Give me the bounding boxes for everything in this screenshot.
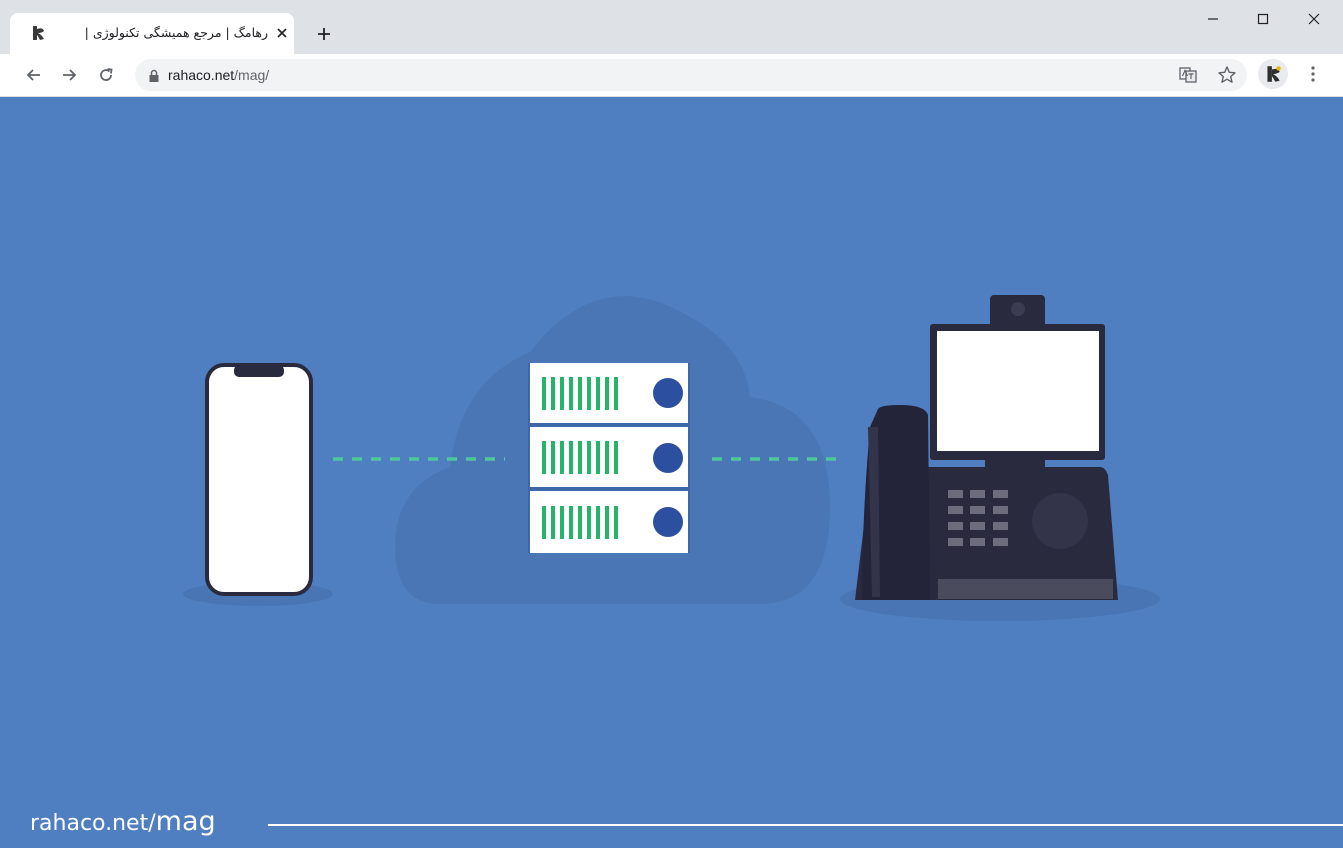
desk-video-phone-icon [840,295,1160,621]
kebab-menu-icon[interactable] [1303,61,1323,87]
reload-icon[interactable] [92,61,120,89]
lock-icon[interactable] [148,68,160,82]
close-icon[interactable] [1291,4,1337,34]
translate-icon[interactable] [1179,66,1197,84]
server-rack-icon [528,363,690,553]
maximize-icon[interactable] [1240,4,1286,34]
watermark-underline [268,824,1343,826]
rahaco-logo-icon [30,24,46,42]
voip-illustration [183,295,1160,621]
tab-close-icon[interactable] [274,25,290,41]
arrow-left-icon[interactable] [20,61,48,89]
server-unit [530,363,688,423]
server-unit [530,491,688,553]
watermark-host: rahaco.net/ [30,811,156,836]
address-bar[interactable]: rahaco.net/mag/ [135,59,1247,91]
url-host: rahaco.net [168,67,235,83]
server-unit [530,427,688,487]
tab-strip: رهامگ | مرجع همیشگی تکنولوژی | [0,0,1343,54]
page-content: rahaco.net/mag [0,97,1343,848]
browser-toolbar: rahaco.net/mag/ [0,54,1343,97]
watermark-path: mag [155,806,216,837]
tab-rahamag[interactable]: رهامگ | مرجع همیشگی تکنولوژی | [10,13,294,54]
site-watermark: rahaco.net/mag [30,804,216,843]
profile-avatar[interactable] [1258,59,1288,89]
minimize-icon[interactable] [1190,4,1236,34]
plus-icon[interactable] [310,20,338,48]
browser-window: رهامگ | مرجع همیشگی تکنولوژی | rahaco.ne… [0,0,1343,848]
tab-title: رهامگ | مرجع همیشگی تکنولوژی | [84,25,268,40]
star-icon[interactable] [1217,65,1237,85]
url-path: /mag/ [234,67,270,83]
smartphone-icon [183,363,333,606]
arrow-right-icon[interactable] [55,61,83,89]
url-text[interactable]: rahaco.net/mag/ [168,66,269,84]
